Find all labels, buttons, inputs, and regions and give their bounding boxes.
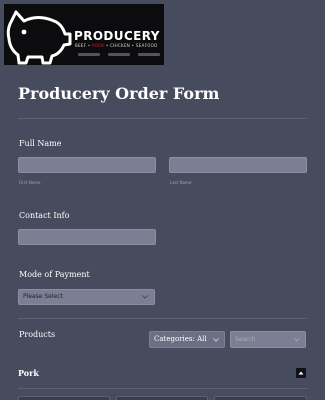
first-name-sublabel: First Name [19,180,41,185]
category-filter-select[interactable]: Categories: All [149,331,225,348]
products-divider [18,318,307,319]
product-search-input[interactable]: Search [230,331,306,348]
product-card[interactable] [214,396,307,400]
chevron-down-icon [294,338,300,342]
product-card[interactable] [18,396,110,400]
group-divider [18,388,307,389]
category-filter-value: Categories: All [154,335,207,343]
last-name-sublabel: Last Name [170,180,192,185]
brand-name: PRODUCERY [74,29,160,43]
contact-info-label: Contact Info [19,211,70,220]
title-divider [18,118,307,119]
products-label: Products [19,330,56,339]
full-name-label: Full Name [19,139,62,148]
payment-mode-select[interactable]: Please Select [18,289,155,305]
contact-info-input[interactable] [18,229,156,245]
brand-contact-strip [78,53,164,57]
product-card[interactable] [116,396,208,400]
payment-mode-value: Please Select [23,293,63,300]
first-name-input[interactable] [18,157,156,173]
payment-mode-label: Mode of Payment [19,270,90,279]
page-title: Producery Order Form [18,84,220,103]
brand-tagline: BEEF • PORK • CHICKEN • SEAFOOD [75,43,158,48]
chevron-up-icon [298,371,304,375]
last-name-input[interactable] [169,157,307,173]
brand-logo-banner: PRODUCERY BEEF • PORK • CHICKEN • SEAFOO… [4,4,164,65]
product-group-pork[interactable]: Pork [18,368,39,378]
product-search-placeholder: Search [235,336,256,343]
pig-icon [6,10,72,65]
order-form-card: PRODUCERY BEEF • PORK • CHICKEN • SEAFOO… [0,0,325,400]
chevron-down-icon [142,295,148,299]
collapse-group-button[interactable] [296,368,306,378]
chevron-down-icon [213,338,219,342]
